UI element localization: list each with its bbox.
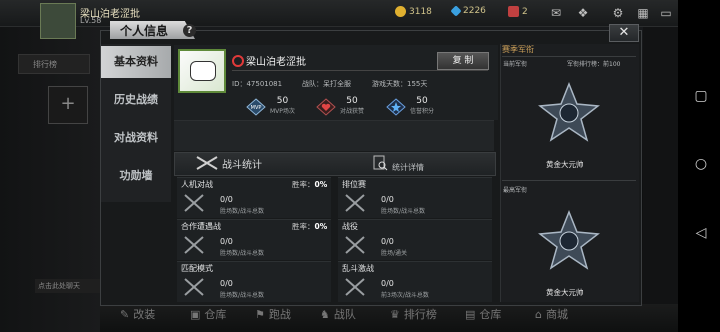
- rank-ranking: 军衔排行榜：前100: [567, 61, 621, 68]
- add-slot-button[interactable]: +: [48, 86, 88, 124]
- card-winrate: 胜率：0%: [292, 222, 328, 231]
- gold-currency[interactable]: 3118: [395, 6, 432, 17]
- wrench-icon: ✎: [120, 307, 130, 321]
- rank-star-emblem-icon: [538, 82, 600, 142]
- card-value: 0/0: [381, 279, 394, 288]
- crossed-guns-icon: [196, 156, 218, 170]
- home-icon[interactable]: ○: [690, 156, 712, 172]
- card-value: 0/0: [220, 279, 233, 288]
- copy-button[interactable]: 复 制: [437, 52, 489, 70]
- gift-icon[interactable]: ❖: [575, 5, 591, 21]
- team-icon: ♞: [320, 307, 330, 321]
- current-rank-name: 黄金大元帅: [546, 160, 584, 169]
- trophy-icon: ♛: [390, 307, 400, 321]
- top-player-level: Lv.58: [80, 16, 102, 25]
- stat-mvp: 50 MVP场次: [270, 96, 295, 115]
- highest-rank-label: 最高军衔: [503, 187, 528, 194]
- storage-icon: ▤: [465, 307, 476, 321]
- rank-divider: [502, 180, 636, 181]
- card-title: 排位赛: [342, 180, 366, 189]
- dialog-title: 个人信息: [120, 24, 169, 38]
- mvp-icon: MVP: [246, 98, 266, 116]
- heart-icon: [316, 98, 336, 116]
- card-subtitle: 胜场数/战斗总数: [220, 208, 265, 215]
- battery-icon: ▭: [660, 6, 672, 20]
- mail-icon[interactable]: ✉: [548, 5, 564, 21]
- bottom-nav-item-storage[interactable]: ▤ 仓库: [465, 306, 501, 322]
- highest-rank-star-emblem-icon: [538, 210, 600, 270]
- tab-battle-data[interactable]: 对战资料: [101, 122, 171, 154]
- card-title: 乱斗激战: [342, 264, 374, 273]
- card-winrate: 胜率：0%: [292, 180, 328, 189]
- cat-face-icon: [190, 61, 216, 81]
- profile-name: 梁山泊老涩批: [246, 57, 306, 68]
- box-icon: ▣: [190, 307, 201, 321]
- chat-input-bar[interactable]: 点击此处聊天: [35, 279, 103, 293]
- bottom-nav-item-modify[interactable]: ✎ 改装: [120, 306, 155, 322]
- profile-divider: [232, 70, 488, 71]
- crossed-swords-icon: [345, 194, 365, 212]
- close-button[interactable]: ✕: [609, 24, 639, 42]
- search-icon: [232, 55, 244, 67]
- top-avatar[interactable]: [40, 3, 76, 39]
- side-ranking-button[interactable]: 排行榜: [18, 54, 90, 74]
- stat-credit: 50 信誉积分: [410, 96, 435, 115]
- stat-likes: 50 对战获赞: [340, 96, 365, 115]
- bottom-nav-item-shop[interactable]: ⌂ 商城: [535, 306, 568, 322]
- diamond-currency[interactable]: 2226: [450, 5, 486, 17]
- player-days: 游戏天数：155天: [372, 80, 428, 88]
- rank-heading: 赛季军衔: [502, 45, 534, 54]
- crossed-swords-icon: [184, 194, 204, 212]
- svg-text:MVP: MVP: [251, 105, 262, 111]
- highest-rank-name: 黄金大元帅: [546, 288, 584, 297]
- battle-stats-title: 战斗统计: [222, 160, 262, 171]
- card-subtitle: 前3场次/战斗总数: [381, 292, 429, 299]
- card-subtitle: 胜场数/战斗总数: [220, 292, 265, 299]
- card-title: 战役: [342, 222, 358, 231]
- help-icon[interactable]: ?: [183, 24, 196, 37]
- card-subtitle: 胜场数/战斗总数: [381, 208, 426, 215]
- avatar[interactable]: [178, 49, 226, 93]
- settings-gear-icon[interactable]: ⚙: [610, 5, 626, 21]
- card-value: 0/0: [220, 195, 233, 204]
- current-rank-label: 当前军衔: [503, 61, 528, 68]
- card-value: 0/0: [381, 237, 394, 246]
- flag-icon: ⚑: [255, 307, 265, 321]
- grid-menu-icon[interactable]: ▦: [635, 5, 651, 21]
- crossed-swords-icon: [345, 236, 365, 254]
- crossed-swords-icon: [184, 236, 204, 254]
- right-background-strip: [643, 0, 678, 332]
- tab-basic-info[interactable]: 基本资料: [101, 46, 171, 78]
- player-id: ID：47501081: [232, 80, 283, 88]
- card-title: 合作遭遇战: [181, 222, 221, 231]
- card-value: 0/0: [220, 237, 233, 246]
- bottom-nav-item-ranking[interactable]: ♛ 排行榜: [390, 306, 437, 322]
- ticket-currency[interactable]: 2: [508, 6, 528, 17]
- card-title: 匹配模式: [181, 264, 213, 273]
- card-value: 0/0: [381, 195, 394, 204]
- bottom-nav-item-battle[interactable]: ⚑ 跑战: [255, 306, 291, 322]
- shop-icon: ⌂: [535, 307, 542, 321]
- player-team: 战队：呆打全服: [302, 80, 351, 88]
- bottom-nav-bar: [100, 304, 678, 332]
- card-subtitle: 胜场数/战斗总数: [220, 250, 265, 257]
- gold-coin-icon: [395, 6, 406, 17]
- empty-row: [174, 120, 494, 151]
- stats-detail-icon[interactable]: [372, 155, 388, 171]
- star-badge-icon: [386, 98, 406, 116]
- card-subtitle: 胜场/通关: [381, 250, 408, 257]
- rank-divider: [502, 56, 636, 57]
- crossed-swords-icon: [184, 278, 204, 296]
- card-title: 人机对战: [181, 180, 213, 189]
- bottom-nav-item-team[interactable]: ♞ 战队: [320, 306, 356, 322]
- diamond-icon: [450, 5, 462, 17]
- ticket-icon: [508, 6, 519, 17]
- tab-merit-wall[interactable]: 功勋墙: [101, 160, 171, 192]
- crossed-swords-icon: [345, 278, 365, 296]
- back-icon[interactable]: ◁: [690, 225, 712, 241]
- tab-history[interactable]: 历史战绩: [101, 84, 171, 116]
- stats-detail-link[interactable]: 统计详情: [392, 162, 424, 173]
- bottom-nav-item-warehouse[interactable]: ▣ 仓库: [190, 306, 226, 322]
- recent-apps-icon[interactable]: ▢: [690, 88, 712, 104]
